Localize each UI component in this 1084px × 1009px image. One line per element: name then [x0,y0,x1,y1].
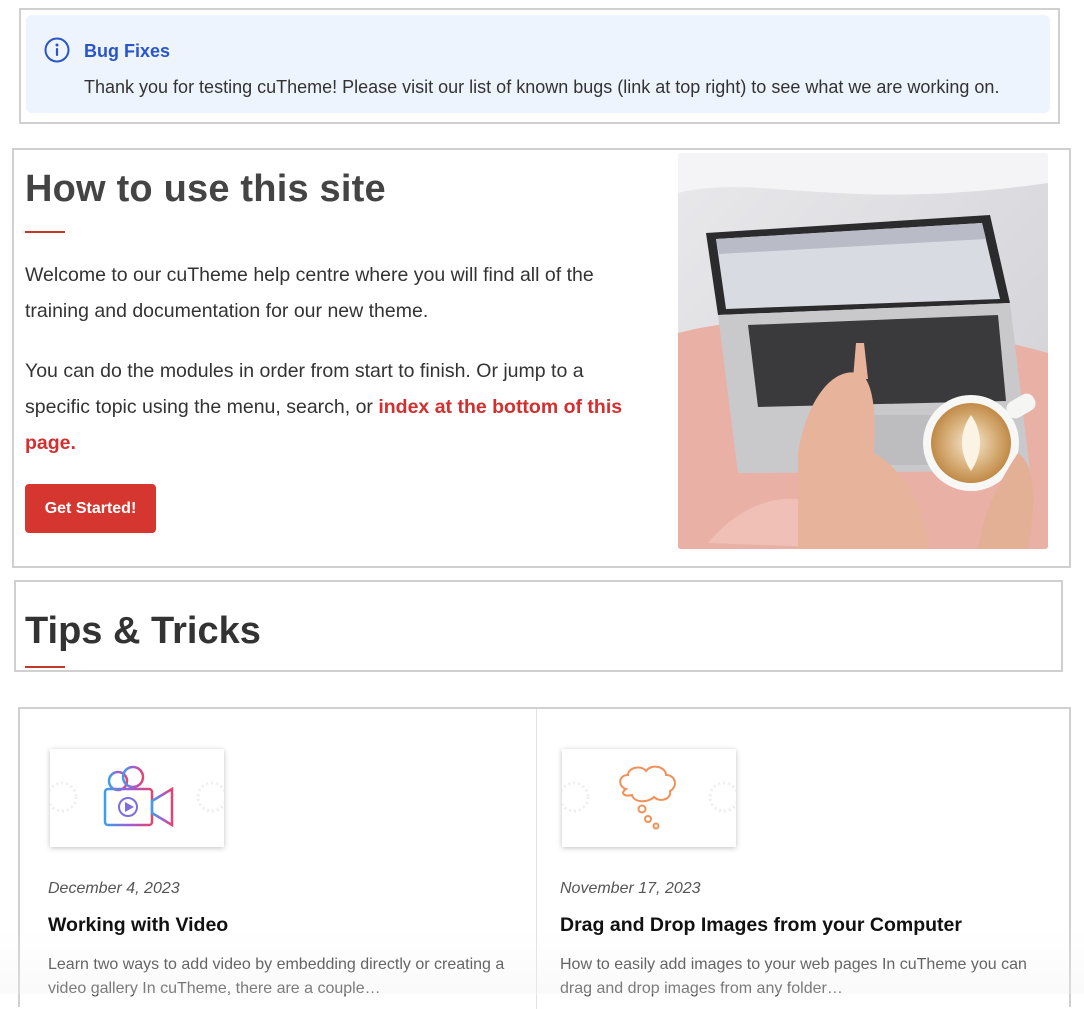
tips-cards: December 4, 2023 Working with Video Lear… [18,707,1071,1009]
cloud-thought-icon [558,765,740,830]
title-underline [25,231,65,233]
alert-title: Bug Fixes [84,41,171,61]
laptop-photo [678,153,1048,549]
tips-title-underline [25,666,65,668]
card-title[interactable]: Working with Video [48,914,228,937]
card-date: November 17, 2023 [560,880,701,897]
laptop-illustration [678,153,1048,549]
alert-text: Thank you for testing cuTheme! Please vi… [84,77,1000,97]
bug-fixes-alert: Bug Fixes Thank you for testing cuTheme!… [26,15,1050,113]
intro-paragraph: Welcome to our cuTheme help centre where… [25,264,594,322]
card-working-with-video[interactable]: December 4, 2023 Working with Video Lear… [20,709,536,1009]
card-thumbnail[interactable] [558,749,740,847]
card-title[interactable]: Drag and Drop Images from your Computer [560,914,962,937]
tips-section: Tips & Tricks [14,580,1063,672]
video-camera-icon [46,765,228,828]
alert-panel: Bug Fixes Thank you for testing cuTheme!… [19,8,1060,124]
page-title: How to use this site [25,168,386,210]
info-icon [44,37,70,63]
card-drag-drop-images[interactable]: November 17, 2023 Drag and Drop Images f… [532,709,1052,1009]
tips-title: Tips & Tricks [25,610,261,652]
get-started-button[interactable]: Get Started! [25,484,156,533]
card-date: December 4, 2023 [48,880,180,897]
modules-paragraph: You can do the modules in order from sta… [25,353,645,461]
hero-section: How to use this site Welcome to our cuTh… [12,148,1071,568]
card-thumbnail[interactable] [46,749,228,847]
